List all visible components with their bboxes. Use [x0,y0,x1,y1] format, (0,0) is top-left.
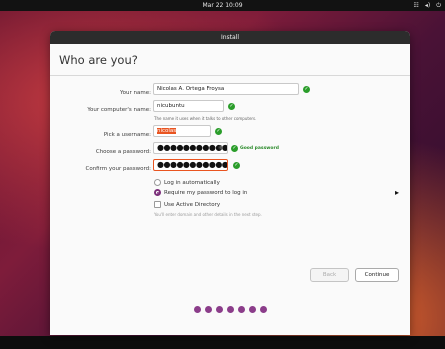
volume-icon: ◂) [424,2,431,9]
screen-bottom-edge [0,336,445,349]
require-password-label: Require my password to log in [164,189,248,196]
name-valid-icon: ✓ [303,86,310,93]
require-password-radio[interactable] [154,189,161,196]
password-label: Choose a password: [95,149,151,155]
auto-login-option[interactable]: Log in automatically [154,179,220,186]
computer-name-field[interactable]: nicubuntu [153,100,224,112]
name-label: Your name: [120,90,151,96]
step-dot [248,306,256,313]
mouse-pointer-icon: ▸ [395,188,400,197]
active-directory-hint: You'll enter domain and other details in… [154,212,262,217]
confirm-label-wrap: Confirm your password: [50,163,151,175]
step-dot [204,306,212,313]
step-indicator [50,306,410,313]
clock[interactable]: Mar 22 10:09 [0,2,445,9]
system-tray[interactable]: ☷ ◂) ⏻ [414,1,442,10]
show-password-icon[interactable]: ◉ [218,144,223,151]
active-directory-checkbox[interactable] [154,201,161,208]
network-icon: ☷ [413,2,419,9]
step-dot [237,306,245,313]
require-password-option[interactable]: Require my password to log in [154,189,247,196]
step-dot [193,306,201,313]
auto-login-radio[interactable] [154,179,161,186]
password-valid-icon: ✓ [231,145,238,152]
computer-label-wrap: Your computer's name: [50,104,151,116]
username-field[interactable]: nicolas [153,125,211,137]
username-valid-icon: ✓ [215,128,222,135]
name-label-wrap: Your name: [50,87,151,99]
password-label-wrap: Choose a password: [50,146,151,158]
window-title: Install [50,31,410,44]
page-title: Who are you? [50,44,410,76]
installer-window: Install Who are you? Your name: Nicolas … [50,31,410,335]
name-field[interactable]: Nicolas A. Ortega Froysa [153,83,299,95]
confirm-label: Confirm your password: [85,166,151,172]
confirm-password-field[interactable]: ●●●●●●●●●●● [153,159,228,171]
password-strength: Good password [240,146,279,151]
active-directory-option[interactable]: Use Active Directory [154,201,220,208]
computer-label: Your computer's name: [87,107,151,113]
back-button[interactable]: Back [310,268,349,282]
computer-name-hint: The name it uses when it talks to other … [154,116,257,121]
step-dot [259,306,267,313]
auto-login-label: Log in automatically [164,179,220,186]
confirm-valid-icon: ✓ [233,162,240,169]
power-icon: ⏻ [436,2,441,9]
computer-valid-icon: ✓ [228,103,235,110]
username-selection: nicolas [157,128,177,134]
confirm-mask: ●●●●●●●●●●● [157,160,228,169]
step-dot [215,306,223,313]
username-label-wrap: Pick a username: [50,129,151,141]
password-field[interactable]: ●●●●●●●●●●● [153,142,228,154]
top-bar: Mar 22 10:09 ☷ ◂) ⏻ [0,0,445,11]
step-dot [226,306,234,313]
active-directory-label: Use Active Directory [164,201,221,208]
username-label: Pick a username: [103,132,151,138]
continue-button[interactable]: Continue [355,268,399,282]
